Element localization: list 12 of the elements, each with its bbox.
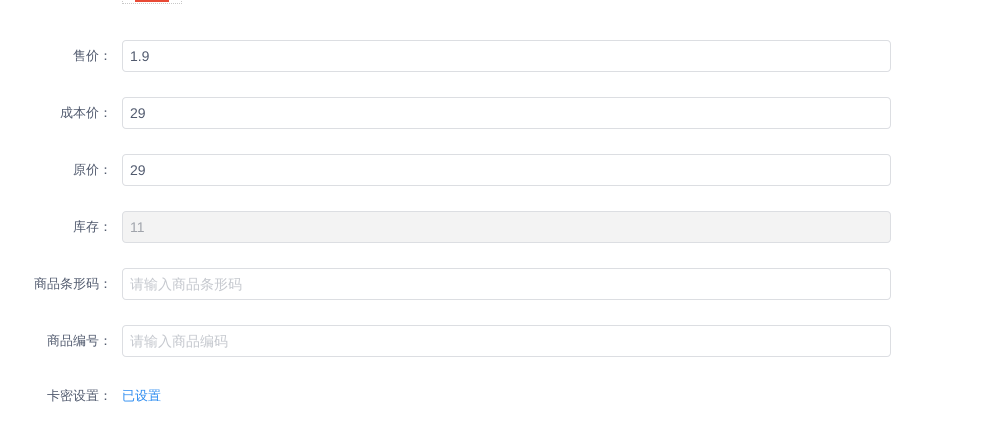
field-label: 商品编号：: [47, 333, 112, 348]
field-label: 售价：: [73, 48, 112, 64]
input-field[interactable]: 请输入商品编码: [122, 325, 891, 357]
field-label: 原价：: [73, 162, 112, 178]
field-label: 成本价：: [60, 105, 112, 120]
input-field[interactable]: 1.9: [122, 40, 891, 72]
input-field[interactable]: 29: [122, 154, 891, 186]
field-label: 库存：: [73, 219, 112, 234]
field-label: 卡密设置：: [47, 388, 112, 404]
field-label: 商品条形码：: [34, 276, 112, 292]
input-field[interactable]: 29: [122, 97, 891, 129]
input-field[interactable]: 请输入商品条形码: [122, 268, 891, 300]
